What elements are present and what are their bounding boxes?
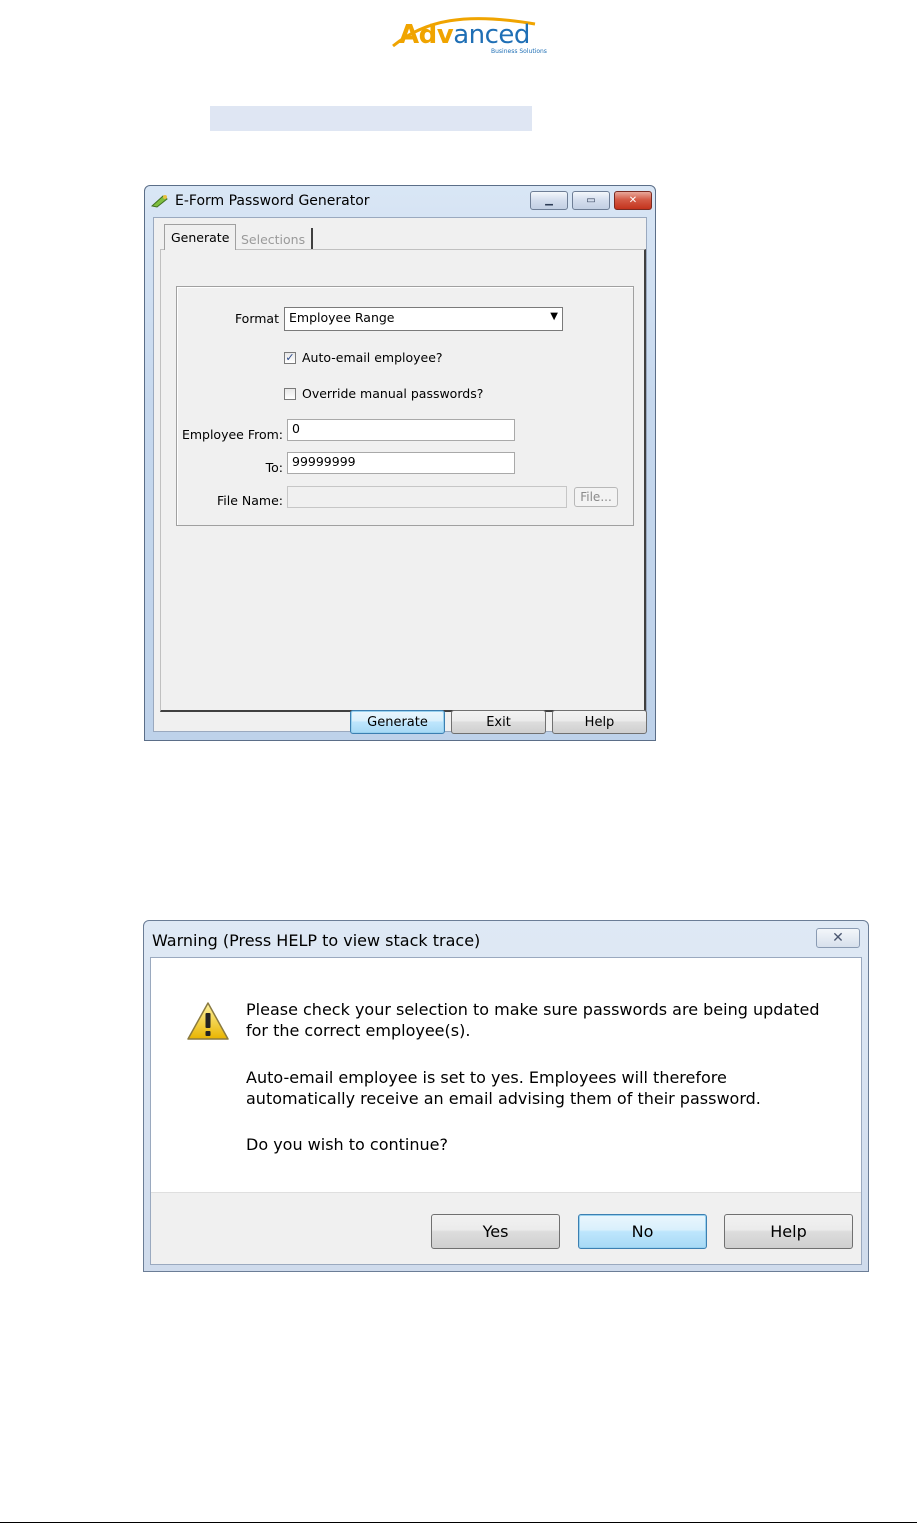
format-value: Employee Range bbox=[289, 310, 395, 325]
warning-icon bbox=[187, 1002, 229, 1040]
tab-selections[interactable]: Selections bbox=[234, 228, 314, 250]
close-icon: ✕ bbox=[832, 930, 844, 946]
dialog-help-button[interactable]: Help bbox=[724, 1214, 853, 1249]
auto-email-label: Auto-email employee? bbox=[302, 350, 443, 365]
exit-button[interactable]: Exit bbox=[451, 710, 546, 734]
dialog-footer: Yes No Help bbox=[151, 1192, 861, 1264]
auto-email-checkbox[interactable]: ✓ Auto-email employee? bbox=[284, 350, 443, 365]
logo-tagline: Business Solutions bbox=[491, 48, 547, 55]
warning-dialog: Warning (Press HELP to view stack trace)… bbox=[143, 920, 869, 1272]
message-line-4: automatically receive an email advising … bbox=[246, 1089, 761, 1108]
close-button[interactable]: ✕ bbox=[614, 191, 652, 210]
highlight-bar bbox=[210, 106, 532, 131]
password-generator-window: E-Form Password Generator ▁ ▭ ✕ Generate… bbox=[144, 185, 656, 741]
window-client-area: Generate Selections Format Employee Rang… bbox=[153, 217, 647, 732]
file-name-label: File Name: bbox=[217, 493, 283, 508]
override-label: Override manual passwords? bbox=[302, 386, 484, 401]
minimize-icon: ▁ bbox=[545, 195, 553, 206]
message-line-5: Do you wish to continue? bbox=[246, 1135, 448, 1154]
to-label: To: bbox=[265, 460, 283, 475]
message-line-2: for the correct employee(s). bbox=[246, 1021, 471, 1040]
options-group: Format Employee Range ▼ ✓ Auto-email emp… bbox=[176, 286, 634, 526]
unchecked-box bbox=[284, 387, 296, 400]
chevron-down-icon: ▼ bbox=[550, 311, 558, 322]
dialog-close-button[interactable]: ✕ bbox=[816, 928, 860, 948]
no-button[interactable]: No bbox=[578, 1214, 707, 1249]
close-icon: ✕ bbox=[628, 195, 638, 206]
dialog-title: Warning (Press HELP to view stack trace) bbox=[152, 931, 481, 950]
window-title: E-Form Password Generator bbox=[175, 193, 370, 209]
yes-button[interactable]: Yes bbox=[431, 1214, 560, 1249]
maximize-icon: ▭ bbox=[586, 195, 596, 206]
message-line-1: Please check your selection to make sure… bbox=[246, 1000, 820, 1019]
override-passwords-checkbox[interactable]: Override manual passwords? bbox=[284, 386, 483, 401]
tab-generate[interactable]: Generate bbox=[164, 224, 237, 250]
advanced-logo: Advanced Business Solutions bbox=[385, 10, 547, 55]
help-button[interactable]: Help bbox=[552, 710, 647, 734]
dialog-body: Please check your selection to make sure… bbox=[150, 957, 862, 1265]
format-label: Format bbox=[234, 311, 279, 326]
file-name-input[interactable] bbox=[287, 486, 567, 508]
format-dropdown[interactable]: Employee Range ▼ bbox=[284, 307, 563, 331]
file-browse-button[interactable]: File... bbox=[574, 487, 618, 507]
maximize-button[interactable]: ▭ bbox=[572, 191, 610, 210]
message-line-3: Auto-email employee is set to yes. Emplo… bbox=[246, 1068, 727, 1087]
employee-from-label: Employee From: bbox=[181, 427, 283, 442]
logo-wordmark: Advanced bbox=[399, 20, 530, 50]
generate-tab-panel: Format Employee Range ▼ ✓ Auto-email emp… bbox=[160, 249, 646, 712]
key-pencil-icon bbox=[151, 195, 168, 208]
employee-to-input[interactable]: 99999999 bbox=[287, 452, 515, 474]
page-footer-rule bbox=[0, 1522, 917, 1523]
checkmark-icon: ✓ bbox=[284, 350, 296, 364]
title-bar[interactable]: E-Form Password Generator ▁ ▭ ✕ bbox=[145, 186, 655, 216]
minimize-button[interactable]: ▁ bbox=[530, 191, 568, 210]
employee-from-input[interactable]: 0 bbox=[287, 419, 515, 441]
generate-button[interactable]: Generate bbox=[350, 710, 445, 734]
